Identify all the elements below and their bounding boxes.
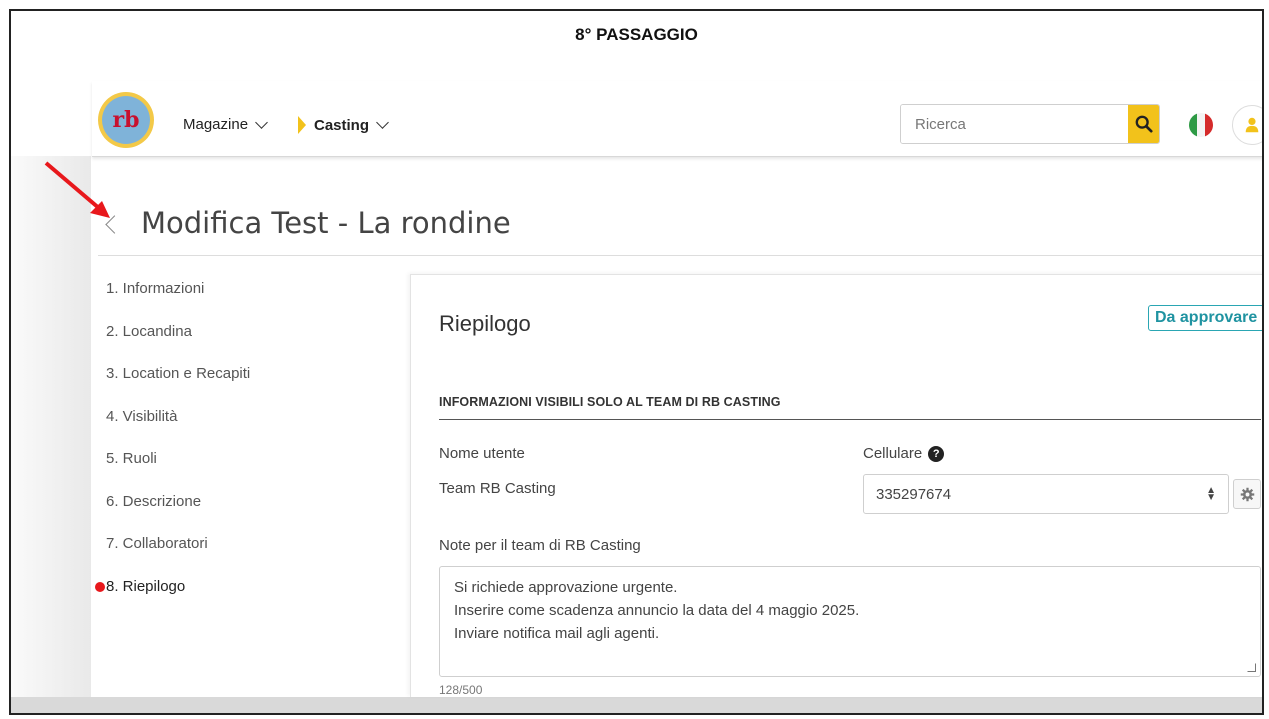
resize-handle-icon[interactable] bbox=[1247, 663, 1256, 672]
top-header: rb Magazine Casting bbox=[92, 81, 1262, 157]
chevron-down-icon bbox=[255, 115, 268, 129]
page-header: Modifica Test - La rondine bbox=[98, 191, 1262, 256]
notes-textarea[interactable]: Si richiede approvazione urgente. Inseri… bbox=[439, 566, 1261, 677]
gear-icon bbox=[1240, 487, 1254, 501]
nav-casting-label: Casting bbox=[314, 116, 370, 134]
phone-select-value: 335297674 bbox=[876, 485, 952, 503]
page-title: Modifica Test - La rondine bbox=[141, 206, 511, 240]
step-collaboratori[interactable]: 7. Collaboratori bbox=[106, 534, 366, 577]
chevron-down-icon bbox=[376, 116, 389, 129]
language-flag-icon[interactable] bbox=[1189, 113, 1213, 137]
left-gutter bbox=[11, 156, 91, 713]
section-title: INFORMAZIONI VISIBILI SOLO AL TEAM DI RB… bbox=[439, 395, 1261, 420]
step-ruoli[interactable]: 5. Ruoli bbox=[106, 449, 366, 492]
logo-mark-icon: rb bbox=[102, 96, 150, 144]
phone-settings-button[interactable] bbox=[1233, 479, 1261, 509]
select-arrows-icon: ▲ ▼ bbox=[1206, 485, 1216, 503]
bottom-gutter bbox=[11, 697, 1262, 713]
summary-panel: Riepilogo Da approvare INFORMAZIONI VISI… bbox=[410, 274, 1262, 697]
step-riepilogo[interactable]: 8. Riepilogo bbox=[95, 577, 366, 620]
step-locandina[interactable]: 2. Locandina bbox=[106, 322, 366, 365]
search-button[interactable] bbox=[1128, 105, 1159, 143]
username-label: Nome utente bbox=[439, 445, 525, 462]
red-arrow-annotation-icon bbox=[44, 161, 110, 218]
search-box bbox=[900, 104, 1160, 144]
site-logo[interactable]: rb bbox=[98, 92, 154, 148]
username-value: Team RB Casting bbox=[439, 480, 556, 497]
app-window: rb Magazine Casting Ricerca Modifica Tes… bbox=[92, 81, 1262, 697]
status-badge: Da approvare bbox=[1148, 305, 1262, 331]
notes-label: Note per il team di RB Casting bbox=[439, 537, 641, 554]
help-icon[interactable]: ? bbox=[928, 446, 945, 462]
notes-line: Inserire come scadenza annuncio la data … bbox=[454, 602, 860, 619]
active-marker-icon bbox=[298, 116, 306, 134]
wizard-steps: 1. Informazioni 2. Locandina 3. Location… bbox=[95, 279, 366, 620]
step-informazioni[interactable]: 1. Informazioni bbox=[106, 279, 366, 322]
step-descrizione[interactable]: 6. Descrizione bbox=[106, 492, 366, 535]
phone-label-group: Cellulare? bbox=[863, 445, 945, 462]
panel-title: Riepilogo bbox=[439, 311, 531, 336]
nav-magazine-label: Magazine bbox=[183, 116, 249, 133]
user-avatar-button[interactable] bbox=[1232, 105, 1262, 145]
search-icon bbox=[1135, 115, 1153, 133]
nav-magazine[interactable]: Magazine bbox=[183, 115, 268, 133]
search-input[interactable] bbox=[901, 105, 1128, 143]
notes-line: Si richiede approvazione urgente. bbox=[454, 579, 678, 596]
step-riepilogo-label: 8. Riepilogo bbox=[106, 577, 186, 595]
notes-char-counter: 128/500 bbox=[439, 683, 483, 697]
user-icon bbox=[1245, 117, 1259, 133]
notes-line: Inviare notifica mail agli agenti. bbox=[454, 625, 660, 642]
slide-frame: 8° PASSAGGIO rb Magazine Casting Ricerca… bbox=[9, 9, 1264, 715]
active-step-dot-icon bbox=[95, 581, 105, 592]
phone-label: Cellulare bbox=[863, 445, 923, 462]
step-visibilita[interactable]: 4. Visibilità bbox=[106, 407, 366, 450]
phone-select[interactable]: 335297674 ▲ ▼ bbox=[863, 474, 1229, 514]
step-title: 8° PASSAGGIO bbox=[575, 25, 698, 44]
nav-casting[interactable]: Casting bbox=[298, 116, 389, 134]
step-location-recapiti[interactable]: 3. Location e Recapiti bbox=[106, 364, 366, 407]
